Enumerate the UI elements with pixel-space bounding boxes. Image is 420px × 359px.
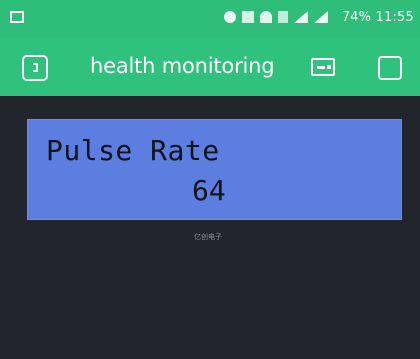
status-icons xyxy=(224,11,334,25)
back-button[interactable] xyxy=(22,55,48,81)
device-icon-dot xyxy=(327,65,331,69)
back-icon xyxy=(33,63,38,72)
signal-icon-1 xyxy=(294,11,308,23)
wifi-icon xyxy=(260,11,272,23)
device-button[interactable] xyxy=(311,58,335,76)
status-bar: 74% 11:55 xyxy=(0,0,420,38)
device-icon xyxy=(317,66,325,69)
status-time-battery: 74% 11:55 xyxy=(341,10,414,25)
notification-icon xyxy=(10,11,24,23)
hotspot-icon xyxy=(278,11,288,23)
app-title: health monitoring xyxy=(90,54,275,78)
play-mode-button[interactable] xyxy=(378,56,402,80)
widget-label: Pulse Rate xyxy=(46,134,220,167)
pulse-rate-widget[interactable]: Pulse Rate 64 xyxy=(27,119,402,220)
watermark: 亿创电子 xyxy=(194,233,222,241)
data-icon xyxy=(242,11,254,23)
signal-icon-2 xyxy=(314,11,328,23)
alarm-icon xyxy=(224,11,236,23)
widget-value: 64 xyxy=(192,174,226,207)
app-bar: health monitoring xyxy=(0,38,420,96)
